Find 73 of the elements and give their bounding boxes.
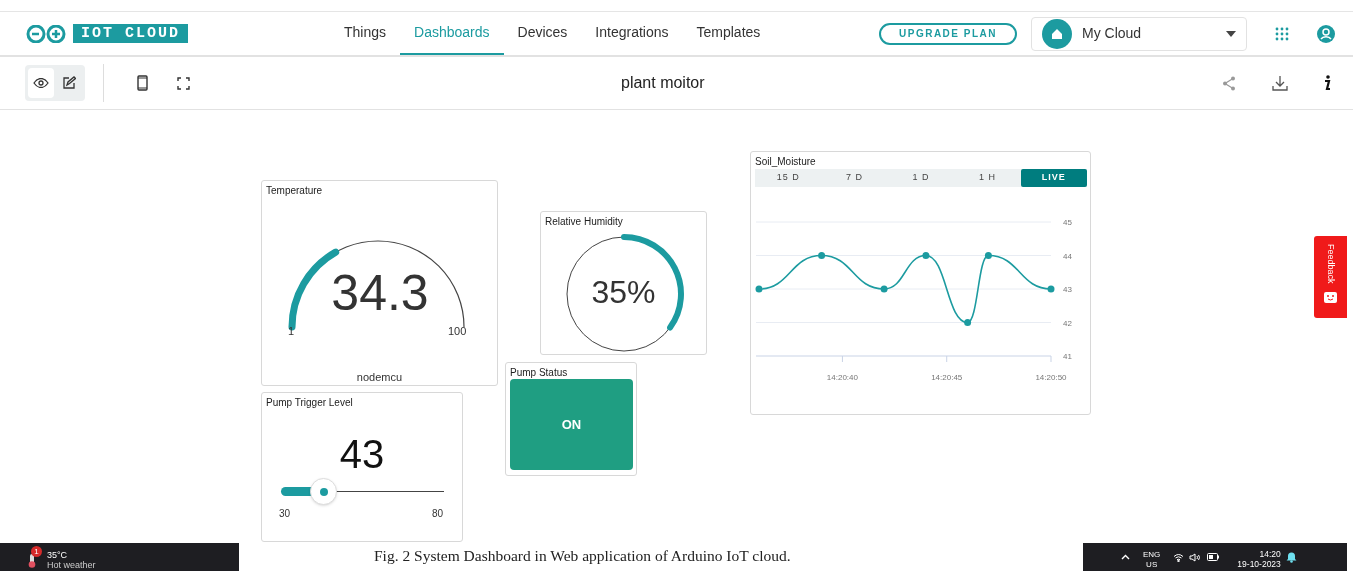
info-icon[interactable] (1323, 75, 1331, 91)
logo-text: IOT CLOUD (73, 24, 188, 43)
apps-grid-icon[interactable] (1275, 26, 1289, 41)
widget-title: Pump Trigger Level (266, 396, 353, 410)
gauge-min-label: 1 (288, 324, 295, 339)
smiley-icon (1324, 291, 1337, 303)
space-selector[interactable]: My Cloud (1031, 16, 1247, 51)
time-range-tab[interactable]: 7 D (821, 169, 888, 187)
gauge-value: 34.3 (330, 265, 430, 321)
figure-caption: Fig. 2 System Dashboard in Web application of Arduino IoT cloud. (374, 546, 791, 566)
data-point (818, 252, 826, 259)
region-label[interactable]: US (1146, 560, 1158, 570)
clock-time[interactable]: 14:20 (1259, 549, 1281, 559)
y-tick-label: 45 (1063, 218, 1072, 227)
mode-button[interactable] (28, 68, 54, 98)
logo-icon (25, 24, 67, 43)
weather-condition: Hot weather (47, 560, 96, 570)
widget-title: Pump Status (510, 366, 568, 380)
nav-tab[interactable]: Things (330, 12, 401, 55)
widget-title: Temperature (266, 184, 323, 198)
edit-icon (62, 76, 76, 90)
time-range-tab[interactable]: 1 H (954, 169, 1021, 187)
x-tick-label: 14:20:45 (931, 373, 963, 382)
battery-icon[interactable] (1207, 553, 1220, 561)
view-mode-toggle[interactable] (25, 65, 85, 101)
feedback-tab[interactable]: Feedback (1314, 236, 1347, 318)
notification-badge: 1 (31, 546, 42, 557)
status-indicator: ON (510, 379, 633, 470)
slider-value: 43 (338, 431, 386, 477)
widget-title: Relative Humidity (545, 215, 623, 229)
data-point (1047, 285, 1055, 293)
data-point (880, 285, 888, 293)
nav-tab[interactable]: Devices (503, 12, 582, 55)
speaker-icon[interactable] (1189, 552, 1202, 562)
x-tick-label: 14:20:40 (826, 373, 858, 382)
y-tick-label: 41 (1063, 352, 1072, 361)
nav-tab[interactable]: Integrations (581, 12, 683, 55)
chevron-up-icon[interactable] (1121, 554, 1130, 560)
bell-icon[interactable] (1285, 551, 1297, 563)
y-tick-label: 42 (1063, 318, 1072, 328)
gauge-max-label: 100 (448, 324, 467, 339)
y-tick-label: 44 (1063, 251, 1072, 261)
wifi-icon[interactable] (1173, 552, 1185, 562)
fullscreen-icon[interactable] (177, 76, 190, 90)
user-avatar-icon[interactable] (1317, 24, 1335, 43)
mobile-phone-icon[interactable] (137, 75, 148, 91)
time-range-tab[interactable]: 1 D (887, 169, 955, 187)
weather-temperature: 35°C (47, 550, 69, 560)
time-range-tab[interactable]: 15 D (755, 169, 822, 187)
time-range-tab[interactable]: LIVE (1020, 169, 1088, 187)
data-point (984, 252, 992, 259)
thermometer-icon (28, 554, 36, 568)
slider-track[interactable] (281, 478, 444, 505)
caret-icon (1226, 30, 1236, 37)
percentage-value: 35% (590, 273, 657, 311)
widget-title: Soil_Moisture (755, 155, 816, 169)
eye-icon (33, 78, 49, 88)
share-icon[interactable] (1222, 75, 1236, 91)
data-point (922, 252, 930, 259)
slider-max-label: 80 (432, 507, 444, 521)
slider-thumb[interactable] (310, 478, 338, 505)
home-icon (1042, 18, 1072, 49)
x-tick-label: 14:20:50 (1035, 373, 1067, 382)
y-tick-label: 43 (1063, 285, 1072, 294)
clock-date[interactable]: 19-10-2023 (1237, 559, 1281, 569)
data-point (964, 319, 972, 326)
nav-tab[interactable]: Templates (682, 12, 775, 55)
data-point (755, 285, 763, 293)
device-name: nodemcu (355, 370, 404, 385)
download-icon[interactable] (1272, 75, 1288, 91)
dashboard-title: plant moitor (621, 73, 705, 93)
slider-min-label: 30 (279, 507, 291, 521)
language-label[interactable]: ENG (1143, 550, 1161, 560)
